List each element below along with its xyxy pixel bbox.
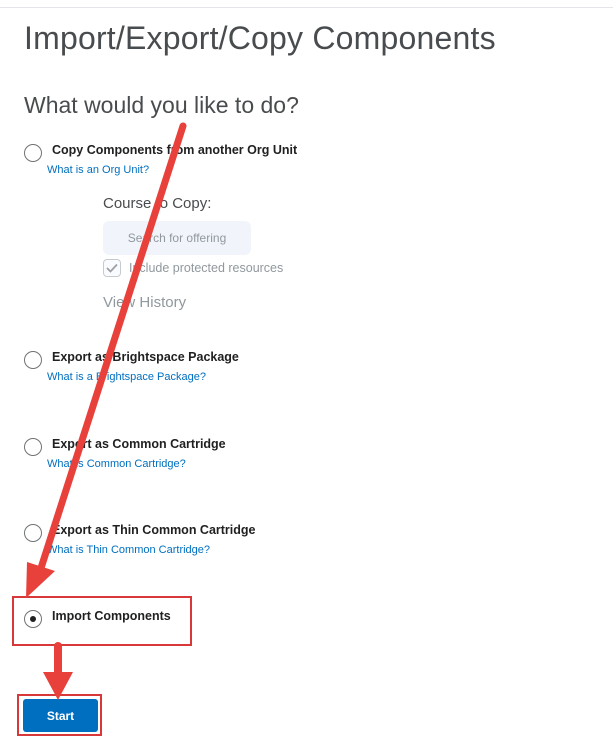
include-protected-label: Include protected resources [129, 261, 284, 275]
view-history-link[interactable]: View History [103, 294, 186, 311]
course-to-copy-label: Course to Copy: [103, 195, 212, 212]
include-protected-checkbox[interactable] [103, 259, 121, 277]
radio-export-thin-common-cartridge[interactable] [24, 524, 42, 542]
search-offering-button[interactable]: Search for offering [103, 221, 251, 255]
option-label: Export as Thin Common Cartridge [52, 523, 256, 537]
radio-export-common-cartridge[interactable] [24, 438, 42, 456]
option-label: Copy Components from another Org Unit [52, 143, 298, 157]
arrow-to-start-button [43, 642, 73, 700]
page-title: Import/Export/Copy Components [24, 20, 496, 56]
check-icon [106, 263, 118, 273]
radio-copy-components[interactable] [24, 144, 42, 162]
radio-import-components[interactable] [24, 610, 42, 628]
help-link-thin-common-cartridge[interactable]: What is Thin Common Cartridge? [47, 544, 210, 556]
copy-options-panel: Course to Copy: Search for offering Incl… [103, 193, 323, 323]
help-link-common-cartridge[interactable]: What is Common Cartridge? [47, 458, 186, 470]
help-link-org-unit[interactable]: What is an Org Unit? [47, 164, 149, 176]
help-link-brightspace-package[interactable]: What is a Brightspace Package? [47, 371, 206, 383]
option-label: Import Components [52, 609, 171, 623]
radio-export-brightspace[interactable] [24, 351, 42, 369]
option-label: Export as Brightspace Package [52, 350, 239, 364]
start-button[interactable]: Start [23, 699, 98, 732]
section-question: What would you like to do? [24, 92, 299, 118]
top-divider [0, 7, 613, 8]
option-label: Export as Common Cartridge [52, 437, 226, 451]
